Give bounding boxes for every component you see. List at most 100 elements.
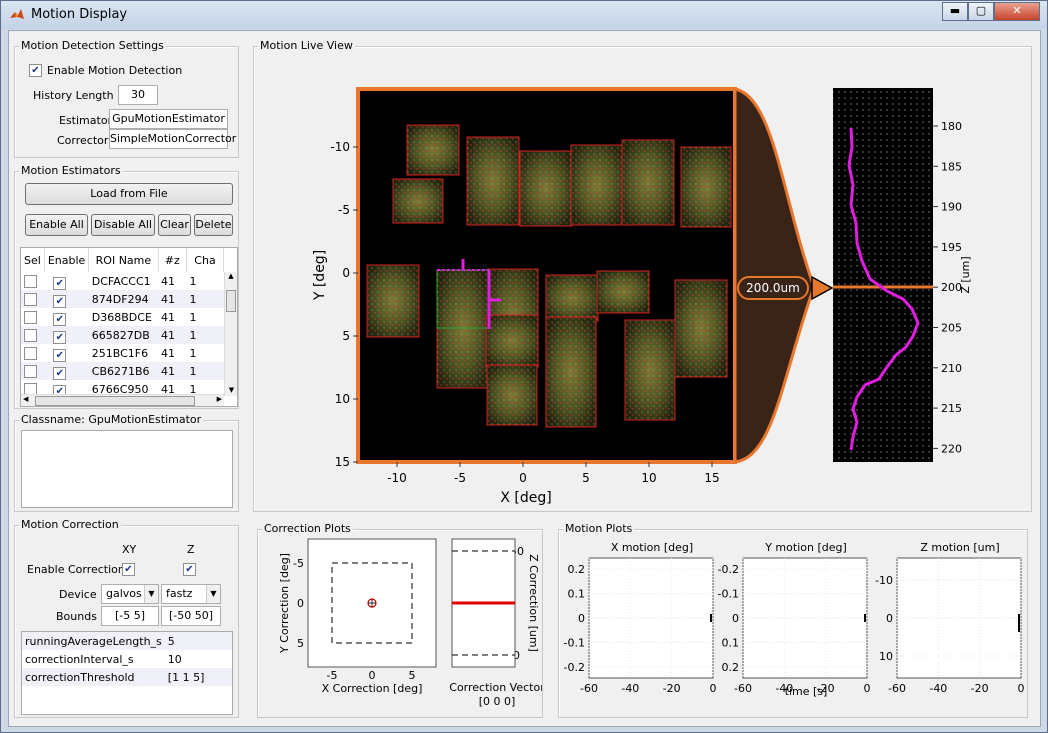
- select-checkbox[interactable]: [24, 329, 37, 342]
- time-tick-label: 0: [864, 682, 871, 695]
- roi-speckle: [597, 271, 649, 313]
- table-cell: DCFACCC1: [91, 274, 151, 288]
- select-checkbox[interactable]: [24, 365, 37, 378]
- clear-button[interactable]: Clear: [158, 214, 191, 236]
- title-bar: Motion Display ▬ ▢ ✕: [1, 1, 1047, 29]
- time-tick-label: -40: [621, 682, 639, 695]
- history-length-input[interactable]: 30: [118, 85, 158, 105]
- table-cell: D368BDCE: [91, 310, 152, 324]
- device-xy-select[interactable]: galvos ▼: [101, 584, 159, 604]
- table-cell: 1: [186, 326, 224, 344]
- column-header[interactable]: Cha: [186, 248, 224, 272]
- y-axis-label: Y [deg]: [312, 250, 328, 301]
- app-window: Motion Display ▬ ▢ ✕ Motion Detection Se…: [0, 0, 1048, 733]
- motion-estimators-panel: Motion Estimators Load from File Enable …: [14, 164, 239, 409]
- correction-plots-figure[interactable]: -505-505-50050 X Correction [deg] Y Corr…: [258, 530, 542, 717]
- delete-button[interactable]: Delete: [194, 214, 233, 236]
- detection-settings-panel: Motion Detection Settings ✔ Enable Motio…: [14, 39, 239, 158]
- z-motion-title: Z motion [um]: [920, 541, 999, 554]
- minimize-button[interactable]: ▬: [942, 2, 968, 21]
- column-header[interactable]: #z: [158, 248, 188, 272]
- roi-speckle: [520, 151, 572, 226]
- column-header[interactable]: Enable: [44, 248, 90, 272]
- param-value[interactable]: 5: [164, 632, 232, 650]
- enable-checkbox[interactable]: ✔: [53, 367, 67, 380]
- motion-y-tick-label: -0.1: [564, 637, 585, 650]
- load-from-file-button[interactable]: Load from File: [25, 183, 233, 205]
- enable-all-button[interactable]: Enable All: [25, 214, 88, 236]
- x-tick-label: 10: [641, 471, 656, 485]
- select-checkbox[interactable]: [24, 311, 37, 324]
- correction-vector-value: [0 0 0]: [479, 695, 516, 708]
- table-cell: 874DF294: [88, 290, 159, 308]
- roi-speckle: [622, 140, 674, 225]
- estimator-field[interactable]: GpuMotionEstimator: [109, 109, 228, 129]
- table-row[interactable]: ✔ 665827DB 41 1: [21, 326, 224, 344]
- close-button[interactable]: ✕: [994, 2, 1040, 21]
- param-value[interactable]: [1 1 5]: [164, 668, 232, 686]
- z-axis-label: Z [um]: [959, 256, 972, 293]
- live-view-figure[interactable]: 200.0um -10 -5 0 5 10 15 -10 -5 0 5 10 15 180 185 190 1…: [254, 47, 1031, 511]
- panel-title: Motion Estimators: [19, 164, 123, 177]
- enable-correction-xy-checkbox[interactable]: ✔: [122, 563, 135, 576]
- enable-checkbox[interactable]: ✔: [53, 313, 67, 326]
- select-checkbox[interactable]: [24, 347, 37, 360]
- roi-speckle: [407, 125, 459, 175]
- time-tick-label: -60: [734, 682, 752, 695]
- param-row[interactable]: correctionThreshold [1 1 5]: [22, 668, 232, 686]
- motion-y-tick-label: -0.2: [564, 661, 585, 674]
- z-tick-label: 215: [941, 402, 962, 415]
- matlab-icon: [10, 9, 24, 19]
- xy-y-tick-label: -5: [293, 557, 304, 570]
- column-header[interactable]: Sel: [21, 248, 45, 272]
- motion-correction-panel: Motion Correction XY Z Enable Correction…: [14, 518, 239, 718]
- classname-properties-box[interactable]: [21, 430, 233, 508]
- bounds-z-input[interactable]: [-50 50]: [161, 606, 221, 626]
- param-value[interactable]: 10: [165, 650, 232, 668]
- motion-y-tick-label: 0.2: [722, 661, 740, 674]
- bounds-xy-input[interactable]: [-5 5]: [101, 606, 159, 626]
- column-header[interactable]: ROI Name: [88, 248, 159, 272]
- time-tick-label: 0: [1018, 682, 1025, 695]
- estimator-label: Estimator: [59, 114, 113, 127]
- enable-correction-z-checkbox[interactable]: ✔: [183, 563, 196, 576]
- xy-y-tick-label: 0: [297, 597, 304, 610]
- table-horizontal-scrollbar[interactable]: ◀ ▶: [21, 394, 224, 406]
- motion-y-tick-label: 0: [886, 612, 893, 625]
- device-z-select[interactable]: fastz ▼: [161, 584, 221, 604]
- roi-speckle: [681, 147, 731, 227]
- select-checkbox[interactable]: [24, 275, 37, 288]
- enable-checkbox[interactable]: ✔: [53, 331, 67, 344]
- device-xy-value: galvos: [106, 587, 142, 600]
- table-cell: 41: [158, 326, 187, 344]
- motion-plots-panel: Motion Plots X motion [deg] Y motion [de…: [558, 522, 1028, 718]
- time-tick-label: 0: [710, 682, 717, 695]
- classname-panel: Classname: GpuMotionEstimator: [14, 413, 239, 512]
- enable-checkbox[interactable]: ✔: [53, 277, 67, 290]
- select-checkbox[interactable]: [24, 293, 37, 306]
- y-tick-label: 10: [335, 392, 350, 406]
- motion-plots-figure[interactable]: X motion [deg] Y motion [deg] Z motion […: [559, 530, 1027, 717]
- time-tick-label: -60: [888, 682, 906, 695]
- param-row[interactable]: correctionInterval_s 10: [22, 650, 232, 668]
- table-cell: 41: [158, 362, 187, 380]
- table-cell: 1: [189, 310, 197, 324]
- table-row[interactable]: ✔ D368BDCE 41 1: [21, 308, 224, 326]
- enable-detection-checkbox[interactable]: ✔: [29, 64, 42, 77]
- table-row[interactable]: ✔ 251BC1F6 41 1: [21, 344, 224, 362]
- table-vertical-scrollbar[interactable]: ▲ ▼: [224, 272, 237, 396]
- motion-y-tick-label: 0.2: [568, 563, 586, 576]
- motion-y-tick-label: -10: [875, 574, 893, 587]
- param-row[interactable]: runningAverageLength_s 5: [22, 632, 232, 650]
- table-row[interactable]: ✔ CB6271B6 41 1: [21, 362, 224, 380]
- y-motion-title: Y motion [deg]: [764, 541, 847, 554]
- corrector-field[interactable]: SimpleMotionCorrector: [109, 129, 236, 149]
- enable-checkbox[interactable]: ✔: [53, 349, 67, 362]
- enable-checkbox[interactable]: ✔: [53, 295, 67, 308]
- x-motion-title: X motion [deg]: [611, 541, 693, 554]
- table-row[interactable]: ✔ DCFACCC1 41 1: [21, 272, 224, 290]
- maximize-button[interactable]: ▢: [968, 2, 994, 21]
- disable-all-button[interactable]: Disable All: [91, 214, 155, 236]
- correction-vector-label: Correction Vector: [449, 681, 542, 694]
- table-row[interactable]: ✔ 874DF294 41 1: [21, 290, 224, 308]
